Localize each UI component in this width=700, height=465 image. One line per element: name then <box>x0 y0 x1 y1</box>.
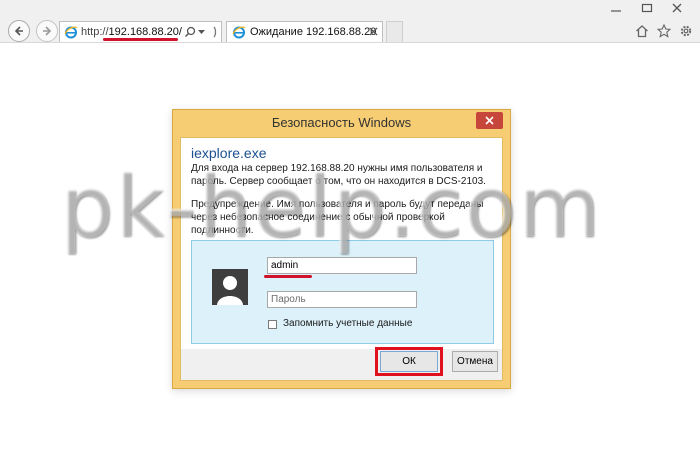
forward-icon <box>43 26 52 36</box>
close-icon[interactable] <box>369 27 378 36</box>
windows-security-dialog: Безопасность Windows iexplore.exe Для вх… <box>172 109 511 389</box>
url-highlight-underline <box>103 38 178 41</box>
minimize-icon[interactable] <box>610 2 622 14</box>
credential-panel: Запомнить учетные данные <box>191 240 494 344</box>
password-input[interactable] <box>267 291 417 308</box>
home-icon[interactable] <box>635 24 649 38</box>
ie-icon <box>64 26 78 39</box>
username-highlight-underline <box>264 275 312 278</box>
new-tab-button[interactable] <box>386 21 403 42</box>
app-name: iexplore.exe <box>191 145 267 161</box>
address-bar[interactable]: http://192.168.88.20/ <box>59 21 222 42</box>
username-input[interactable] <box>267 257 417 274</box>
tab-loading[interactable]: Ожидание 192.168.88.20 <box>226 21 383 42</box>
back-icon <box>14 26 23 36</box>
remember-credentials-label[interactable]: Запомнить учетные данные <box>283 318 412 329</box>
cancel-button[interactable]: Отмена <box>452 351 498 372</box>
maximize-icon[interactable] <box>641 2 653 14</box>
ie-icon <box>232 26 246 39</box>
dialog-body: iexplore.exe Для входа на сервер 192.168… <box>180 137 503 381</box>
address-url[interactable]: http://192.168.88.20/ <box>81 26 182 38</box>
close-icon <box>485 116 494 125</box>
dialog-title: Безопасность Windows <box>271 115 412 130</box>
dialog-close-button[interactable] <box>476 112 503 129</box>
user-avatar-icon <box>212 269 248 305</box>
refresh-icon[interactable] <box>208 26 220 38</box>
browser-toolbar: http://192.168.88.20/ Ожидание 192.168.8… <box>0 0 700 43</box>
url-host: 192.168.88.20/ <box>108 26 182 38</box>
gear-icon[interactable] <box>679 24 693 38</box>
forward-button[interactable] <box>36 20 58 42</box>
tab-title: Ожидание 192.168.88.20 <box>250 26 377 38</box>
dialog-info-text: Для входа на сервер 192.168.88.20 нужны … <box>191 163 486 187</box>
window-close-icon[interactable] <box>671 2 683 14</box>
ok-button[interactable]: ОК <box>380 351 438 372</box>
back-button[interactable] <box>8 20 30 42</box>
dialog-warning-text: Предупреждение. Имя пользователя и парол… <box>191 199 484 236</box>
url-protocol: http:// <box>81 26 109 38</box>
star-icon[interactable] <box>657 24 671 38</box>
chevron-down-icon[interactable] <box>198 30 205 35</box>
search-icon[interactable] <box>184 26 196 38</box>
remember-credentials-checkbox[interactable] <box>268 320 277 329</box>
